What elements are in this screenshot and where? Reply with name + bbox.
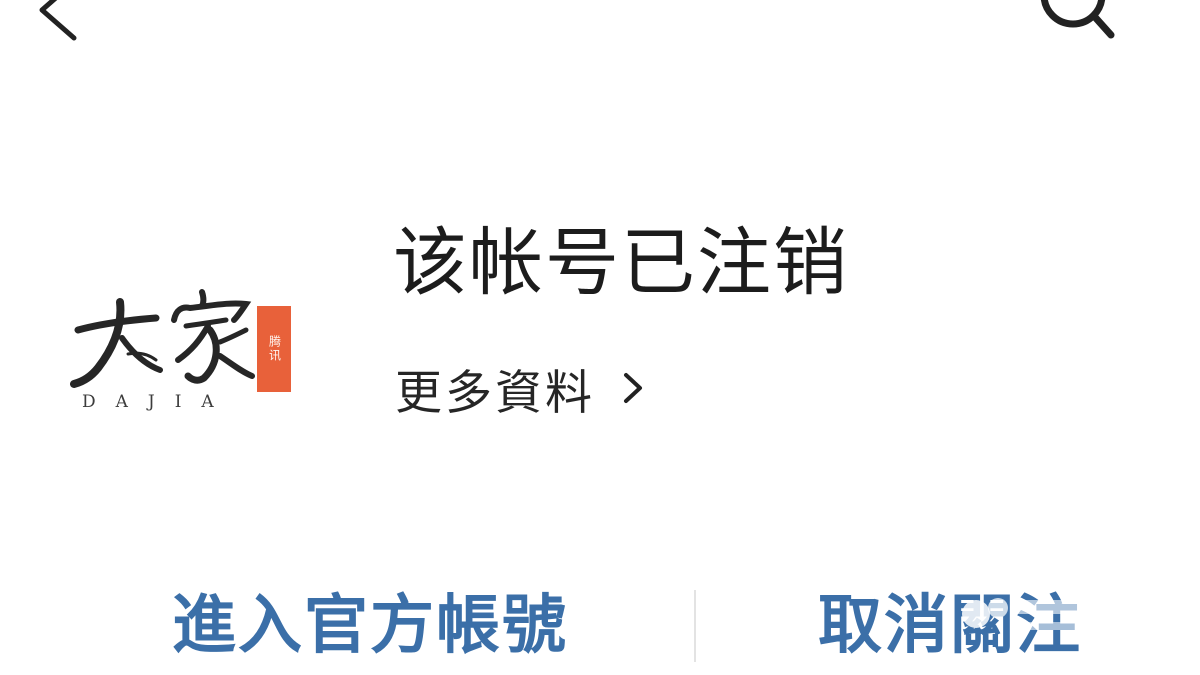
logo-seal: 腾讯 — [257, 306, 291, 392]
account-logo: 腾讯 DAJIA — [70, 280, 310, 420]
action-divider — [694, 590, 696, 662]
watermark — [962, 598, 1080, 630]
dajia-calligraphy-logo — [70, 289, 255, 388]
chevron-right-icon — [624, 373, 642, 403]
more-info-label: 更多資料 — [395, 365, 595, 421]
seal-text: 腾讯 — [267, 335, 282, 363]
search-icon[interactable] — [1035, 0, 1120, 50]
logo-wordmark-letters: DAJIA — [82, 392, 234, 412]
more-info-link[interactable]: 更多資料 — [395, 352, 645, 424]
account-name: 该帐号已注销 — [393, 220, 849, 306]
back-chevron-left-icon[interactable] — [30, 0, 90, 50]
enter-official-account-button[interactable]: 進入官方帳號 — [172, 584, 568, 668]
